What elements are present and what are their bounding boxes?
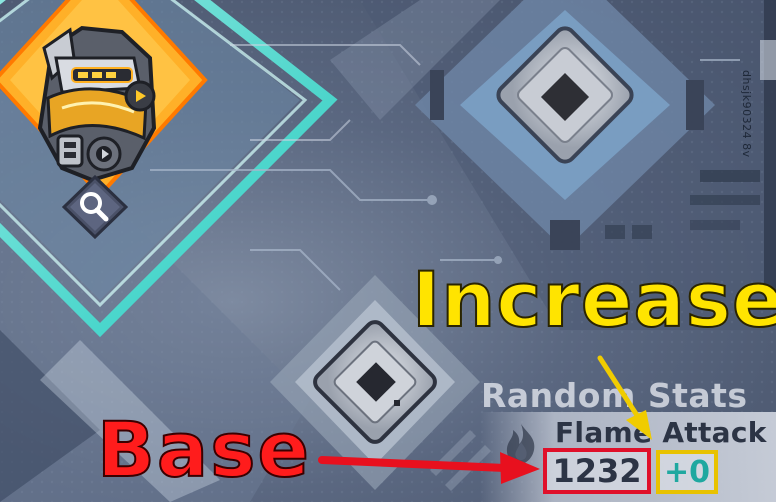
increase-annotation-label: Increase <box>411 255 776 344</box>
base-arrow <box>318 452 540 484</box>
equipment-screen: dhsjk90324 8v Random Stats Flame Attack … <box>0 0 776 502</box>
increase-arrow <box>597 355 652 440</box>
base-annotation-label: Base <box>96 405 311 494</box>
